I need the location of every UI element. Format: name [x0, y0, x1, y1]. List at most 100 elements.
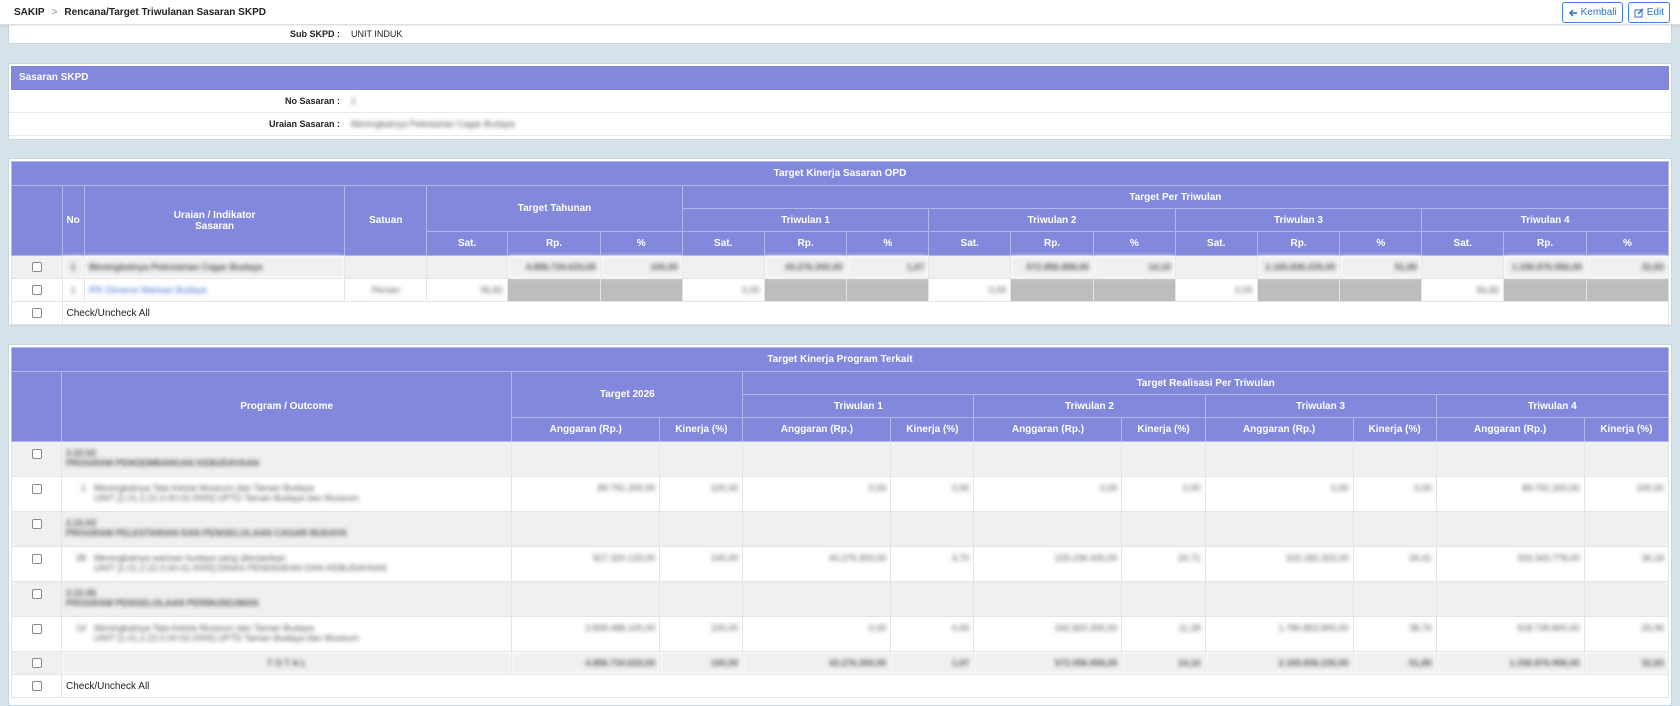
row-checkbox[interactable]	[31, 483, 42, 494]
program-code: 2.22.02	[66, 448, 97, 458]
cell: 0,00	[1121, 476, 1206, 512]
th-triwulan-2: Triwulan 2	[973, 394, 1206, 418]
cell: 1,07	[890, 651, 975, 675]
outcome-cell: 38 Meningkatnya warisan budaya yang diles…	[61, 546, 513, 582]
cell: 1,07	[846, 255, 930, 279]
th-check	[10, 371, 63, 442]
outcome-line2: UNIT [1.01.2.22.0.00.02.0000] UPTD Taman…	[94, 493, 359, 503]
row-indikator-link[interactable]: IPK Dimensi Warisan Budaya	[83, 278, 346, 302]
outcome-line2: UNIT [1.01.2.22.0.00.01.0000] DINAS PEND…	[94, 563, 387, 573]
row-satuan: Persen	[344, 278, 428, 302]
cell: 4.856.734.633,00	[511, 651, 661, 675]
total-row: T O T A L 4.856.734.633,00 100,00 43.276…	[10, 651, 1670, 675]
no-sasaran-row: No Sasaran : 1	[9, 90, 1671, 113]
outcome-row: 1 Meningkatnya Tata Kelola Museum dan Tam…	[10, 476, 1670, 512]
cell: 100,00	[659, 476, 744, 512]
th-sat: Sat.	[1421, 231, 1505, 256]
cell: 56,82	[426, 278, 509, 302]
breadcrumb-root[interactable]: SAKIP	[14, 7, 45, 18]
cell	[1503, 278, 1587, 302]
cell	[928, 255, 1012, 279]
row-checkbox[interactable]	[31, 658, 42, 669]
th-sat: Sat.	[426, 231, 509, 256]
th-rp: Rp.	[1503, 231, 1587, 256]
row-uraian: Meningkatnya Pelestarian Cagar Budaya	[83, 255, 346, 279]
cell	[426, 255, 509, 279]
cell: 3.839.488.100,00	[511, 616, 661, 652]
cell	[1121, 441, 1206, 477]
cell	[973, 441, 1123, 477]
cell	[511, 581, 661, 617]
cell	[973, 511, 1123, 547]
th-target-year: Target 2026	[511, 371, 744, 418]
cell	[507, 278, 601, 302]
cell	[742, 511, 892, 547]
th-sat: Sat.	[1174, 231, 1258, 256]
row-checkbox[interactable]	[31, 285, 42, 296]
uraian-sasaran-row: Uraian Sasaran : Meningkatnya Pelestaria…	[9, 113, 1671, 136]
cell	[742, 581, 892, 617]
th-pct: %	[1092, 231, 1176, 256]
th-triwulan-3: Triwulan 3	[1204, 394, 1437, 418]
th-triwulan-3: Triwulan 3	[1174, 208, 1423, 232]
th-pct: %	[846, 231, 930, 256]
top-bar: SAKIP > Rencana/Target Triwulanan Sasara…	[0, 0, 1680, 25]
th-rp: Rp.	[507, 231, 601, 256]
row-checkbox[interactable]	[31, 262, 42, 273]
cell: 32,83	[1583, 651, 1670, 675]
target-sasaran-title: Target Kinerja Sasaran OPD	[11, 161, 1669, 186]
no-sasaran-label: No Sasaran :	[284, 96, 340, 106]
row-checkbox[interactable]	[31, 588, 42, 599]
check-all-label[interactable]: Check/Uncheck All	[61, 674, 1669, 698]
cell	[1121, 581, 1206, 617]
cell	[659, 441, 744, 477]
row-checkbox[interactable]	[31, 553, 42, 564]
row-checkbox[interactable]	[31, 448, 42, 459]
cell: 0,00	[1204, 476, 1354, 512]
cell: 927.320.133,00	[511, 546, 661, 582]
cell	[1010, 278, 1094, 302]
check-all-checkbox[interactable]	[31, 681, 42, 692]
cell: 100,00	[659, 546, 744, 582]
target-sasaran-table: Target Kinerja Sasaran OPD No Uraian / I…	[11, 161, 1670, 325]
outcome-cell: 14 Meningkatnya Tata Kelola Museum dan Ta…	[61, 616, 513, 652]
row-satuan	[344, 255, 428, 279]
th-satuan: Satuan	[344, 185, 428, 256]
cell	[599, 278, 683, 302]
cell: 572.856.858,00	[1010, 255, 1094, 279]
back-button[interactable]: Kembali	[1561, 2, 1623, 23]
arrow-left-icon	[1568, 8, 1577, 17]
cell	[1204, 441, 1354, 477]
sub-skpd-value: UNIT INDUK	[351, 29, 403, 39]
cell: 100,00	[659, 616, 744, 652]
cell: 100,00	[599, 255, 683, 279]
cell	[1421, 255, 1505, 279]
cell	[1583, 511, 1670, 547]
check-all-label[interactable]: Check/Uncheck All	[61, 301, 1670, 325]
row-checkbox[interactable]	[31, 518, 42, 529]
cell: 0,00	[890, 476, 975, 512]
outcome-row: 38 Meningkatnya warisan budaya yang diles…	[10, 546, 1670, 582]
no-sasaran-value: 1	[351, 96, 357, 106]
cell: 43.276.300,00	[742, 651, 892, 675]
cell: 229.236.430,00	[973, 546, 1123, 582]
row-checkbox[interactable]	[31, 623, 42, 634]
check-all-checkbox[interactable]	[31, 308, 42, 319]
cell: 918.739.800,00	[1435, 616, 1585, 652]
cell	[1121, 511, 1206, 547]
th-target-per-triwulan: Target Per Triwulan	[681, 185, 1670, 209]
cell: 0,00	[890, 616, 975, 652]
edit-icon	[1634, 8, 1644, 17]
th-triwulan-1: Triwulan 1	[681, 208, 930, 232]
cell: 51,80	[1352, 651, 1437, 675]
outcome-no: 38	[76, 553, 87, 563]
outcome-no: 14	[76, 623, 87, 633]
cell: 0,00	[1174, 278, 1258, 302]
program-name: PROGRAM PENGELOLAAN PERMUSEUMAN	[66, 598, 259, 608]
th-anggaran: Anggaran (Rp.)	[511, 417, 661, 442]
cell: 29,96	[1583, 616, 1670, 652]
cell: 36,18	[1583, 546, 1670, 582]
outcome-line1: Meningkatnya Tata Kelola Museum dan Tama…	[94, 623, 314, 633]
cell: 4,70	[890, 546, 975, 582]
edit-button[interactable]: Edit	[1627, 2, 1670, 23]
